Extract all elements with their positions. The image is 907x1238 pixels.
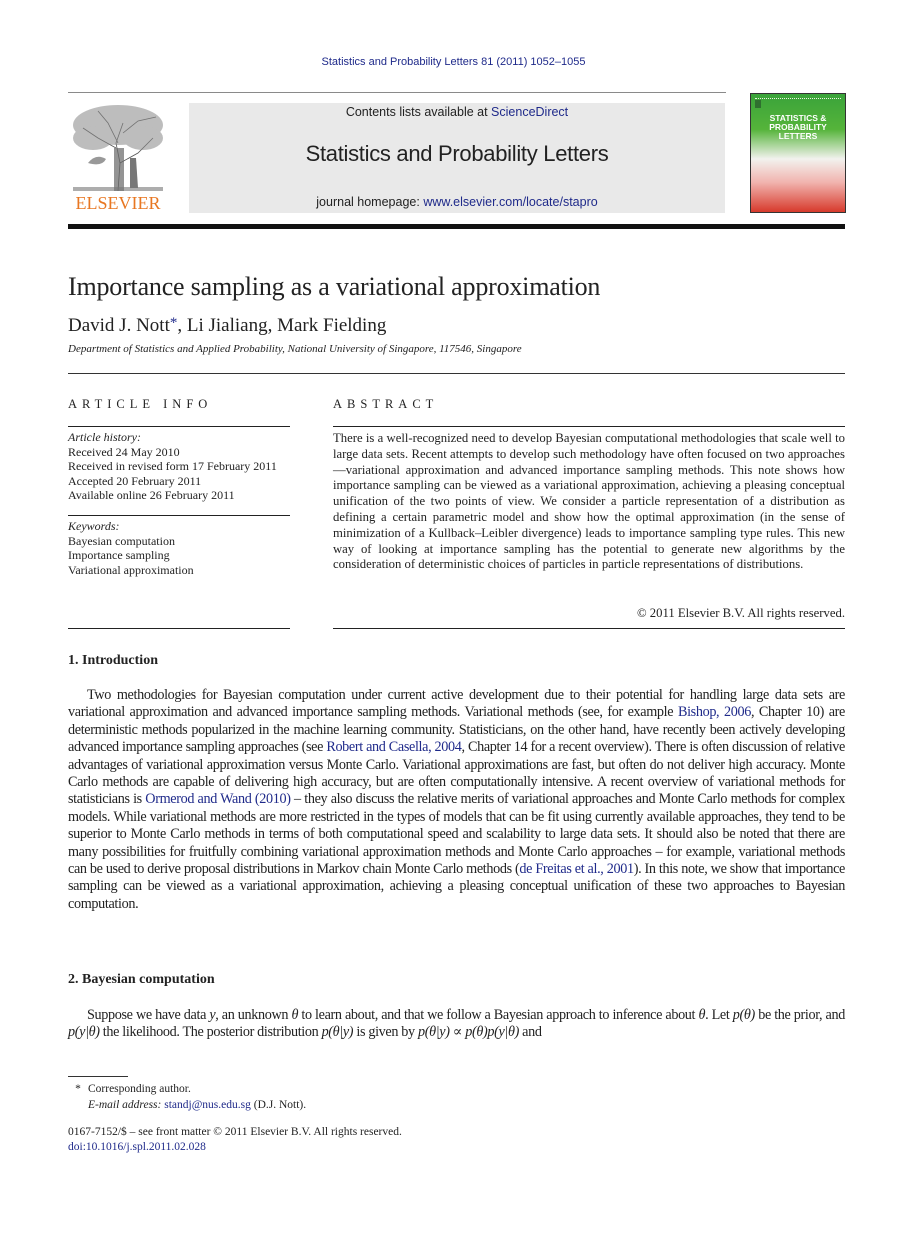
corresponding-author-note: Corresponding author.	[88, 1083, 191, 1095]
title-rule	[68, 373, 845, 374]
divider	[68, 515, 290, 516]
author-separator: ,	[267, 315, 278, 336]
keyword: Variational approximation	[68, 562, 194, 577]
journal-masthead: Contents lists available at ScienceDirec…	[189, 103, 725, 213]
affiliation: Department of Statistics and Applied Pro…	[68, 343, 522, 355]
history-entry: Received in revised form 17 February 201…	[68, 459, 277, 473]
divider	[333, 628, 845, 629]
running-head: Statistics and Probability Letters 81 (2…	[321, 56, 586, 68]
author-name: David J. Nott	[68, 315, 170, 336]
email-suffix: (D.J. Nott).	[250, 1099, 307, 1111]
inline-math: p(θ|y)	[321, 1024, 354, 1041]
introduction-paragraph: Two methodologies for Bayesian computati…	[68, 687, 845, 913]
elsevier-wordmark: ELSEVIER	[75, 193, 161, 213]
tree-logo-icon	[73, 105, 163, 192]
header-rule	[68, 92, 726, 93]
author-separator: ,	[177, 315, 187, 336]
inline-math: p(θ|y)	[417, 1024, 450, 1041]
footnote-rule	[68, 1076, 128, 1077]
paragraph-text: and	[518, 1024, 542, 1041]
footnote: * Corresponding author. E-mail address: s…	[68, 1081, 306, 1113]
divider	[333, 426, 845, 427]
homepage-prefix: journal homepage:	[316, 195, 424, 209]
homepage-line: journal homepage: www.elsevier.com/locat…	[189, 195, 725, 209]
divider	[68, 628, 290, 629]
keywords-label: Keywords:	[68, 519, 120, 533]
contents-prefix: Contents lists available at	[345, 105, 492, 119]
author-name: Li Jialiang	[186, 315, 268, 336]
abstract-heading: ABSTRACT	[333, 397, 439, 411]
citation-link[interactable]: de Freitas et al., 2001	[519, 861, 634, 877]
history-entry: Accepted 20 February 2011	[68, 473, 202, 488]
paragraph-text: be the prior, and	[754, 1007, 845, 1023]
journal-cover[interactable]: STATISTICS & PROBABILITY LETTERS	[750, 93, 846, 213]
journal-homepage-link[interactable]: www.elsevier.com/locate/stapro	[423, 195, 597, 209]
footnote-mark: *	[75, 1083, 81, 1095]
paragraph-text: ∝	[449, 1024, 466, 1041]
paragraph-text: to learn about, and that we follow a Bay…	[298, 1007, 699, 1023]
article-title: Importance sampling as a variational app…	[68, 272, 601, 301]
keywords: Keywords: Bayesian computation Importanc…	[68, 519, 298, 577]
history-label: Article history:	[68, 430, 141, 444]
elsevier-logo: ELSEVIER	[68, 103, 168, 215]
paragraph-text: . Let	[705, 1007, 733, 1023]
article-info-heading: ARTICLE INFO	[68, 397, 213, 411]
author-name: Mark Fielding	[277, 315, 387, 336]
email-label: E-mail address:	[88, 1099, 162, 1111]
abstract-text: There is a well-recognized need to devel…	[333, 431, 845, 572]
keyword: Bayesian computation	[68, 533, 175, 548]
journal-title: Statistics and Probability Letters	[305, 141, 609, 166]
cover-title: STATISTICS & PROBABILITY LETTERS	[751, 114, 845, 141]
cover-logo-icon	[755, 100, 761, 108]
cover-header-line	[755, 98, 841, 102]
paragraph-text: the likelihood. The posterior distributi…	[99, 1024, 322, 1041]
section-heading-bayesian-computation: 2. Bayesian computation	[68, 972, 215, 987]
section-heading-introduction: 1. Introduction	[68, 653, 158, 668]
masthead-rule	[68, 224, 845, 229]
abstract-copyright: © 2011 Elsevier B.V. All rights reserved…	[636, 606, 845, 620]
paragraph-text: , an unknown	[215, 1007, 292, 1023]
article-history: Article history: Received 24 May 2010 Re…	[68, 430, 298, 503]
inline-math: p(θ)	[732, 1007, 755, 1023]
paragraph-text: Suppose we have data	[87, 1007, 210, 1023]
author-list: David J. Nott*, Li Jialiang, Mark Fieldi…	[68, 315, 386, 337]
history-entry: Available online 26 February 2011	[68, 488, 235, 502]
keyword: Importance sampling	[68, 548, 170, 562]
bayesian-computation-paragraph: Suppose we have data y, an unknown θ to …	[68, 1007, 845, 1042]
divider	[68, 426, 290, 427]
issn-line: 0167-7152/$ – see front matter © 2011 El…	[68, 1126, 402, 1138]
citation-link[interactable]: Bishop, 2006	[678, 704, 751, 720]
doi-link[interactable]: doi:10.1016/j.spl.2011.02.028	[68, 1141, 206, 1153]
inline-math: p(y|θ)	[68, 1024, 100, 1041]
citation-link[interactable]: Robert and Casella, 2004	[326, 739, 462, 755]
history-entry: Received 24 May 2010	[68, 444, 180, 459]
cover-title-line: LETTERS	[778, 131, 818, 141]
contents-line: Contents lists available at ScienceDirec…	[189, 105, 725, 119]
inline-math: p(θ)p(y|θ)	[465, 1024, 519, 1041]
email-link[interactable]: standj@nus.edu.sg	[164, 1099, 251, 1111]
citation-link[interactable]: Ormerod and Wand (2010)	[145, 791, 291, 807]
front-matter: 0167-7152/$ – see front matter © 2011 El…	[68, 1125, 402, 1155]
sciencedirect-link[interactable]: ScienceDirect	[491, 105, 568, 119]
paragraph-text: is given by	[353, 1024, 418, 1041]
